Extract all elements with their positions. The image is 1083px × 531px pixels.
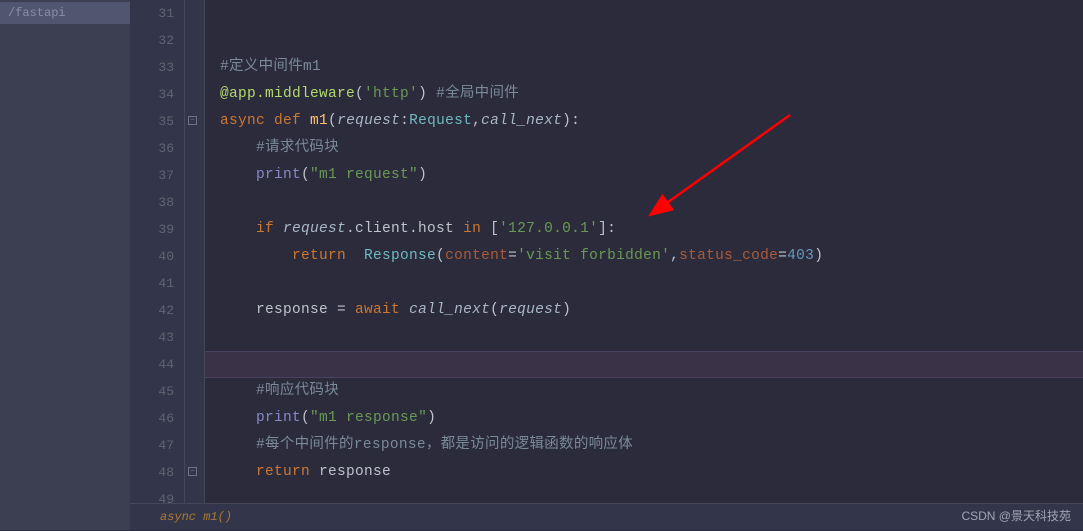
function-name: m1 xyxy=(310,113,328,129)
fold-gutter: − − xyxy=(185,0,205,530)
decorator: @app.middleware xyxy=(220,86,355,102)
code-row xyxy=(205,324,1083,351)
keyword: if xyxy=(256,221,283,237)
line-number[interactable]: 31 xyxy=(130,0,174,27)
property: .client.host xyxy=(346,221,463,237)
line-number[interactable]: 40 xyxy=(130,243,174,270)
code-row xyxy=(205,270,1083,297)
code-row xyxy=(205,0,1083,27)
param: request xyxy=(337,113,400,129)
code-row xyxy=(205,27,1083,54)
string: 'http' xyxy=(364,86,418,102)
line-number[interactable]: 38 xyxy=(130,189,174,216)
comment: #全局中间件 xyxy=(427,86,519,102)
string: "m1 request" xyxy=(310,167,418,183)
variable: response xyxy=(319,464,391,480)
code-row: #请求代码块 xyxy=(205,135,1083,162)
line-number[interactable]: 33 xyxy=(130,54,174,81)
keyword: return xyxy=(292,248,364,264)
code-editor[interactable]: #定义中间件m1 @app.middleware('http') #全局中间件 … xyxy=(205,0,1083,503)
line-number[interactable]: 43 xyxy=(130,324,174,351)
line-number[interactable]: 37 xyxy=(130,162,174,189)
param: request xyxy=(283,221,346,237)
code-row: async def m1(request:Request,call_next): xyxy=(205,108,1083,135)
kwarg: status_code xyxy=(679,248,778,264)
keyword: in xyxy=(463,221,490,237)
string: 'visit forbidden' xyxy=(517,248,670,264)
code-row xyxy=(205,189,1083,216)
code-row: print("m1 response") xyxy=(205,405,1083,432)
code-row: response = await call_next(request) xyxy=(205,297,1083,324)
comment: #请求代码块 xyxy=(256,140,339,156)
line-number[interactable]: 45 xyxy=(130,378,174,405)
line-number[interactable]: 36 xyxy=(130,135,174,162)
type: Request xyxy=(409,113,472,129)
fold-toggle-icon[interactable]: − xyxy=(188,467,197,476)
kwarg: content xyxy=(445,248,508,264)
comment: #定义中间件m1 xyxy=(220,59,321,75)
code-row: return response xyxy=(205,459,1083,486)
string: "m1 response" xyxy=(310,410,427,426)
keyword: def xyxy=(274,113,310,129)
fold-toggle-icon[interactable]: − xyxy=(188,116,197,125)
keyword: return xyxy=(256,464,319,480)
comment: #响应代码块 xyxy=(256,383,339,399)
line-gutter: 31 32 33 34 35 36 37 38 39 40 41 42 43 4… xyxy=(130,0,185,530)
call: call_next xyxy=(409,302,490,318)
line-number[interactable]: 48 xyxy=(130,459,174,486)
sidebar-item-path[interactable]: /fastapi xyxy=(0,2,130,24)
line-number[interactable]: 34 xyxy=(130,81,174,108)
code-row: return Response(content='visit forbidden… xyxy=(205,243,1083,270)
builtin: print xyxy=(256,167,301,183)
line-number[interactable]: 35 xyxy=(130,108,174,135)
keyword: await xyxy=(355,302,409,318)
code-row: @app.middleware('http') #全局中间件 xyxy=(205,81,1083,108)
line-number[interactable]: 46 xyxy=(130,405,174,432)
code-row-active xyxy=(205,351,1083,378)
code-row: #响应代码块 xyxy=(205,378,1083,405)
line-number[interactable]: 44 xyxy=(130,351,174,378)
line-number[interactable]: 42 xyxy=(130,297,174,324)
operator: = xyxy=(337,302,355,318)
comment: #每个中间件的response，都是访问的逻辑函数的响应体 xyxy=(256,437,633,453)
code-row: #定义中间件m1 xyxy=(205,54,1083,81)
param: call_next xyxy=(481,113,562,129)
watermark: CSDN @景天科技苑 xyxy=(961,507,1071,524)
breadcrumb[interactable]: async m1() xyxy=(130,503,1083,530)
code-row: #每个中间件的response，都是访问的逻辑函数的响应体 xyxy=(205,432,1083,459)
line-number[interactable]: 47 xyxy=(130,432,174,459)
line-number[interactable]: 41 xyxy=(130,270,174,297)
line-number[interactable]: 32 xyxy=(130,27,174,54)
param: request xyxy=(499,302,562,318)
variable: response xyxy=(256,302,337,318)
keyword: async xyxy=(220,113,274,129)
code-row: print("m1 request") xyxy=(205,162,1083,189)
breadcrumb-text: async m1() xyxy=(160,510,232,524)
builtin: print xyxy=(256,410,301,426)
sidebar: /fastapi xyxy=(0,0,130,530)
number: 403 xyxy=(787,248,814,264)
type: Response xyxy=(364,248,436,264)
code-row: if request.client.host in ['127.0.0.1']: xyxy=(205,216,1083,243)
line-number[interactable]: 39 xyxy=(130,216,174,243)
